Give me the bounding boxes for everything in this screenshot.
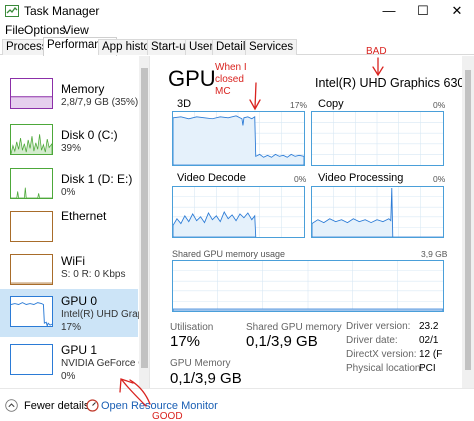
graph-shared-memory <box>172 260 444 312</box>
sidebar-item-memory[interactable]: Memory 2,8/7,9 GB (35%) <box>0 70 138 118</box>
tab-bar: Processes Performance App history Start-… <box>0 37 474 56</box>
annotation-when-closed-line-3: MC <box>215 86 231 97</box>
chevron-up-icon[interactable] <box>5 399 18 412</box>
maximize-button[interactable]: ☐ <box>406 0 440 22</box>
performance-sidebar: Memory 2,8/7,9 GB (35%) Disk 0 (C:) 39% … <box>0 56 150 388</box>
graph-pct-video-processing: 0% <box>433 174 446 184</box>
physical-location-value: PCI <box>419 363 436 374</box>
minimize-button[interactable]: — <box>372 0 406 22</box>
close-button[interactable]: ✕ <box>440 0 474 22</box>
driver-date-label: Driver date: <box>346 335 398 346</box>
sidebar-item-label: GPU 1 <box>61 343 98 357</box>
directx-version-value: 12 (F <box>419 349 443 360</box>
graph-pct-3d: 17% <box>290 100 308 110</box>
graph-label-shared-memory: Shared GPU memory usage <box>172 249 286 259</box>
gpu-detail-panel: GPU Intel(R) UHD Graphics 630 3D 17% Cop… <box>151 56 474 388</box>
sidebar-item-ethernet[interactable]: Ethernet <box>0 206 138 254</box>
utilisation-label: Utilisation <box>170 322 214 333</box>
title-bar: Task Manager — ☐ ✕ <box>0 0 474 22</box>
wifi-thumbnail <box>10 254 53 285</box>
sidebar-item-percent: 17% <box>61 322 82 333</box>
gpu-0-thumbnail <box>10 296 53 327</box>
annotation-bad: BAD <box>366 46 387 57</box>
disk-1-thumbnail <box>10 168 53 199</box>
graph-label-3d: 3D <box>177 98 192 110</box>
physical-location-label: Physical location: <box>346 363 424 374</box>
shared-memory-value: 0,1/3,9 GB <box>246 333 318 350</box>
footer-bar: Fewer details Open Resource Monitor <box>0 388 474 421</box>
sidebar-item-detail: 0% <box>61 187 76 198</box>
menu-bar: File Options View <box>0 22 474 38</box>
sidebar-item-label: Disk 1 (D: E:) <box>61 172 133 186</box>
menu-file[interactable]: File <box>5 23 24 37</box>
main-scroll-thumb[interactable] <box>465 70 471 370</box>
sidebar-item-detail: 2,8/7,9 GB (35%) <box>61 97 139 108</box>
graph-pct-copy: 0% <box>433 100 446 110</box>
directx-version-label: DirectX version: <box>346 349 417 360</box>
gpu-model-name: Intel(R) UHD Graphics 630 <box>315 76 465 90</box>
graph-label-copy: Copy <box>318 98 344 110</box>
main-scrollbar[interactable] <box>462 56 474 388</box>
annotation-when-closed-line-1: When I <box>215 62 247 73</box>
menu-options[interactable]: Options <box>24 23 65 37</box>
window-title: Task Manager <box>24 4 100 18</box>
menu-view[interactable]: View <box>63 23 89 37</box>
sidebar-item-label: WiFi <box>61 254 85 268</box>
ethernet-thumbnail <box>10 211 53 242</box>
graph-3d <box>172 111 305 166</box>
sidebar-item-disk-1[interactable]: Disk 1 (D: E:) 0% <box>0 162 138 210</box>
driver-date-value: 02/1 <box>419 335 439 346</box>
sidebar-item-label: Disk 0 (C:) <box>61 128 118 142</box>
gpu-memory-value: 0,1/3,9 GB <box>170 370 242 387</box>
annotation-good: GOOD <box>152 411 183 421</box>
graph-label-video-processing: Video Processing <box>318 172 404 184</box>
resource-monitor-icon <box>86 399 99 412</box>
sidebar-item-gpu-1[interactable]: GPU 1 NVIDIA GeForce GTX 0% <box>0 337 149 385</box>
sidebar-item-label: Ethernet <box>61 209 107 223</box>
sidebar-item-detail: S: 0 R: 0 Kbps <box>61 269 126 280</box>
annotation-when-closed-line-2: closed <box>215 74 244 85</box>
sidebar-item-detail: NVIDIA GeForce GTX <box>61 358 150 369</box>
graph-pct-video-decode: 0% <box>294 174 307 184</box>
sidebar-item-label: GPU 0 <box>61 294 98 308</box>
gpu-1-thumbnail <box>10 344 53 375</box>
graph-copy <box>311 111 444 166</box>
task-manager-icon <box>5 5 19 17</box>
graph-video-processing <box>311 186 444 238</box>
sidebar-item-disk-0[interactable]: Disk 0 (C:) 39% <box>0 118 138 166</box>
utilisation-value: 17% <box>170 333 201 350</box>
sidebar-item-label: Memory <box>61 82 105 96</box>
sidebar-scrollbar[interactable] <box>139 56 149 388</box>
page-title: GPU <box>168 66 216 91</box>
sidebar-scroll-thumb[interactable] <box>141 68 148 368</box>
sidebar-item-detail: 39% <box>61 143 82 154</box>
shared-memory-label: Shared GPU memory <box>246 322 342 333</box>
driver-version-value: 23.2 <box>419 321 439 332</box>
driver-version-label: Driver version: <box>346 321 411 332</box>
sidebar-item-gpu-0[interactable]: GPU 0 Intel(R) UHD Graphic 17% <box>0 289 149 337</box>
graph-max-shared-memory: 3,9 GB <box>421 249 448 259</box>
disk-0-thumbnail <box>10 124 53 155</box>
sidebar-item-percent: 0% <box>61 371 76 382</box>
graph-video-decode <box>172 186 305 238</box>
tab-services[interactable]: Services <box>245 39 298 55</box>
gpu-memory-label: GPU Memory <box>170 358 231 369</box>
sidebar-item-detail: Intel(R) UHD Graphic <box>61 309 150 320</box>
fewer-details-link[interactable]: Fewer details <box>24 400 89 412</box>
memory-thumbnail <box>10 78 53 109</box>
graph-label-video-decode: Video Decode <box>177 172 246 184</box>
